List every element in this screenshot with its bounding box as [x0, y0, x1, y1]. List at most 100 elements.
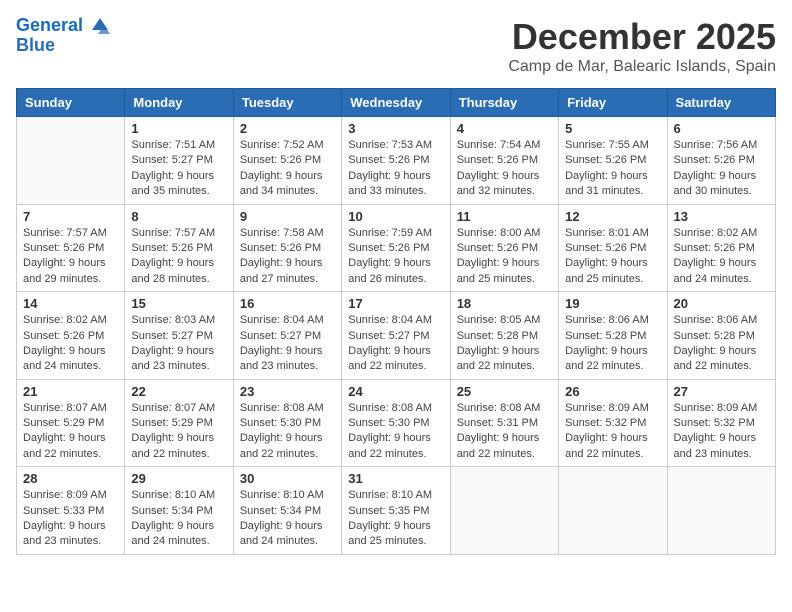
- day-info: Sunrise: 8:05 AM Sunset: 5:28 PM Dayligh…: [457, 313, 552, 375]
- day-number: 30: [240, 471, 335, 486]
- calendar-subtitle: Camp de Mar, Balearic Islands, Spain: [508, 58, 776, 76]
- day-number: 22: [131, 384, 226, 399]
- day-number: 13: [674, 209, 769, 224]
- day-number: 10: [348, 209, 443, 224]
- weekday-header-thursday: Thursday: [450, 89, 558, 117]
- day-info: Sunrise: 7:55 AM Sunset: 5:26 PM Dayligh…: [565, 138, 660, 200]
- day-info: Sunrise: 8:08 AM Sunset: 5:30 PM Dayligh…: [240, 401, 335, 463]
- day-info: Sunrise: 8:08 AM Sunset: 5:30 PM Dayligh…: [348, 401, 443, 463]
- day-number: 6: [674, 121, 769, 136]
- calendar-cell: 6 Sunrise: 7:56 AM Sunset: 5:26 PM Daylig…: [667, 117, 775, 205]
- day-info: Sunrise: 8:04 AM Sunset: 5:27 PM Dayligh…: [348, 313, 443, 375]
- calendar-title: December 2025: [508, 16, 776, 58]
- calendar-cell: 10 Sunrise: 7:59 AM Sunset: 5:26 PM Dayli…: [342, 204, 450, 292]
- day-number: 15: [131, 296, 226, 311]
- calendar-cell: 1Sunrise: 7:51 AM Sunset: 5:27 PM Daylig…: [125, 117, 233, 205]
- day-info: Sunrise: 8:10 AM Sunset: 5:35 PM Dayligh…: [348, 488, 443, 550]
- day-info: Sunrise: 8:06 AM Sunset: 5:28 PM Dayligh…: [674, 313, 769, 375]
- day-info: Sunrise: 7:54 AM Sunset: 5:26 PM Dayligh…: [457, 138, 552, 200]
- calendar-cell: 8 Sunrise: 7:57 AM Sunset: 5:26 PM Daylig…: [125, 204, 233, 292]
- calendar-cell: 3 Sunrise: 7:53 AM Sunset: 5:26 PM Daylig…: [342, 117, 450, 205]
- day-number: 21: [23, 384, 118, 399]
- day-info: Sunrise: 7:53 AM Sunset: 5:26 PM Dayligh…: [348, 138, 443, 200]
- calendar-cell: 9 Sunrise: 7:58 AM Sunset: 5:26 PM Daylig…: [233, 204, 341, 292]
- day-number: 23: [240, 384, 335, 399]
- weekday-header-sunday: Sunday: [17, 89, 125, 117]
- day-number: 16: [240, 296, 335, 311]
- day-info: Sunrise: 7:51 AM Sunset: 5:27 PM Dayligh…: [131, 138, 226, 200]
- day-number: 26: [565, 384, 660, 399]
- calendar-cell: 4 Sunrise: 7:54 AM Sunset: 5:26 PM Daylig…: [450, 117, 558, 205]
- calendar-cell: 11Sunrise: 8:00 AM Sunset: 5:26 PM Dayli…: [450, 204, 558, 292]
- calendar-cell: 20 Sunrise: 8:06 AM Sunset: 5:28 PM Dayli…: [667, 292, 775, 380]
- day-number: 14: [23, 296, 118, 311]
- day-number: 12: [565, 209, 660, 224]
- day-number: 19: [565, 296, 660, 311]
- day-number: 24: [348, 384, 443, 399]
- calendar-cell: 21Sunrise: 8:07 AM Sunset: 5:29 PM Dayli…: [17, 379, 125, 467]
- day-info: Sunrise: 7:57 AM Sunset: 5:26 PM Dayligh…: [23, 226, 118, 288]
- calendar-cell: 31 Sunrise: 8:10 AM Sunset: 5:35 PM Dayli…: [342, 467, 450, 555]
- day-number: 17: [348, 296, 443, 311]
- day-info: Sunrise: 7:59 AM Sunset: 5:26 PM Dayligh…: [348, 226, 443, 288]
- calendar-cell: 2 Sunrise: 7:52 AM Sunset: 5:26 PM Daylig…: [233, 117, 341, 205]
- day-number: 5: [565, 121, 660, 136]
- day-info: Sunrise: 8:08 AM Sunset: 5:31 PM Dayligh…: [457, 401, 552, 463]
- weekday-header-saturday: Saturday: [667, 89, 775, 117]
- weekday-header-friday: Friday: [559, 89, 667, 117]
- calendar-cell: 22 Sunrise: 8:07 AM Sunset: 5:29 PM Dayli…: [125, 379, 233, 467]
- calendar-cell: [450, 467, 558, 555]
- day-info: Sunrise: 7:58 AM Sunset: 5:26 PM Dayligh…: [240, 226, 335, 288]
- day-info: Sunrise: 8:03 AM Sunset: 5:27 PM Dayligh…: [131, 313, 226, 375]
- day-number: 31: [348, 471, 443, 486]
- day-info: Sunrise: 8:01 AM Sunset: 5:26 PM Dayligh…: [565, 226, 660, 288]
- calendar-cell: 14 Sunrise: 8:02 AM Sunset: 5:26 PM Dayli…: [17, 292, 125, 380]
- day-info: Sunrise: 8:02 AM Sunset: 5:26 PM Dayligh…: [23, 313, 118, 375]
- day-number: 29: [131, 471, 226, 486]
- day-info: Sunrise: 7:52 AM Sunset: 5:26 PM Dayligh…: [240, 138, 335, 200]
- calendar-cell: 29Sunrise: 8:10 AM Sunset: 5:34 PM Dayli…: [125, 467, 233, 555]
- day-number: 27: [674, 384, 769, 399]
- logo-text: General: [16, 16, 110, 36]
- calendar-cell: 24 Sunrise: 8:08 AM Sunset: 5:30 PM Dayli…: [342, 379, 450, 467]
- day-number: 2: [240, 121, 335, 136]
- calendar-table: SundayMondayTuesdayWednesdayThursdayFrid…: [16, 88, 776, 555]
- calendar-cell: 26Sunrise: 8:09 AM Sunset: 5:32 PM Dayli…: [559, 379, 667, 467]
- day-info: Sunrise: 8:09 AM Sunset: 5:32 PM Dayligh…: [674, 401, 769, 463]
- day-number: 4: [457, 121, 552, 136]
- calendar-cell: 19Sunrise: 8:06 AM Sunset: 5:28 PM Dayli…: [559, 292, 667, 380]
- day-number: 20: [674, 296, 769, 311]
- day-info: Sunrise: 7:57 AM Sunset: 5:26 PM Dayligh…: [131, 226, 226, 288]
- calendar-cell: 27 Sunrise: 8:09 AM Sunset: 5:32 PM Dayli…: [667, 379, 775, 467]
- logo-text2: Blue: [16, 36, 110, 56]
- calendar-cell: 18 Sunrise: 8:05 AM Sunset: 5:28 PM Dayli…: [450, 292, 558, 380]
- day-info: Sunrise: 8:10 AM Sunset: 5:34 PM Dayligh…: [240, 488, 335, 550]
- title-section: December 2025 Camp de Mar, Balearic Isla…: [508, 16, 776, 76]
- day-info: Sunrise: 8:09 AM Sunset: 5:33 PM Dayligh…: [23, 488, 118, 550]
- calendar-cell: 16Sunrise: 8:04 AM Sunset: 5:27 PM Dayli…: [233, 292, 341, 380]
- calendar-cell: 5 Sunrise: 7:55 AM Sunset: 5:26 PM Daylig…: [559, 117, 667, 205]
- calendar-cell: 13 Sunrise: 8:02 AM Sunset: 5:26 PM Dayli…: [667, 204, 775, 292]
- day-number: 18: [457, 296, 552, 311]
- day-number: 8: [131, 209, 226, 224]
- calendar-cell: [559, 467, 667, 555]
- day-info: Sunrise: 8:02 AM Sunset: 5:26 PM Dayligh…: [674, 226, 769, 288]
- day-number: 9: [240, 209, 335, 224]
- logo: General Blue: [16, 16, 110, 56]
- calendar-cell: 30 Sunrise: 8:10 AM Sunset: 5:34 PM Dayli…: [233, 467, 341, 555]
- weekday-header-tuesday: Tuesday: [233, 89, 341, 117]
- calendar-cell: 25Sunrise: 8:08 AM Sunset: 5:31 PM Dayli…: [450, 379, 558, 467]
- calendar-cell: 28 Sunrise: 8:09 AM Sunset: 5:33 PM Dayli…: [17, 467, 125, 555]
- day-info: Sunrise: 7:56 AM Sunset: 5:26 PM Dayligh…: [674, 138, 769, 200]
- calendar-cell: [667, 467, 775, 555]
- day-info: Sunrise: 8:07 AM Sunset: 5:29 PM Dayligh…: [131, 401, 226, 463]
- day-number: 7: [23, 209, 118, 224]
- day-info: Sunrise: 8:00 AM Sunset: 5:26 PM Dayligh…: [457, 226, 552, 288]
- day-number: 28: [23, 471, 118, 486]
- calendar-cell: 15 Sunrise: 8:03 AM Sunset: 5:27 PM Dayli…: [125, 292, 233, 380]
- weekday-header-wednesday: Wednesday: [342, 89, 450, 117]
- calendar-cell: 17 Sunrise: 8:04 AM Sunset: 5:27 PM Dayli…: [342, 292, 450, 380]
- calendar-cell: 12 Sunrise: 8:01 AM Sunset: 5:26 PM Dayli…: [559, 204, 667, 292]
- day-number: 3: [348, 121, 443, 136]
- calendar-cell: [17, 117, 125, 205]
